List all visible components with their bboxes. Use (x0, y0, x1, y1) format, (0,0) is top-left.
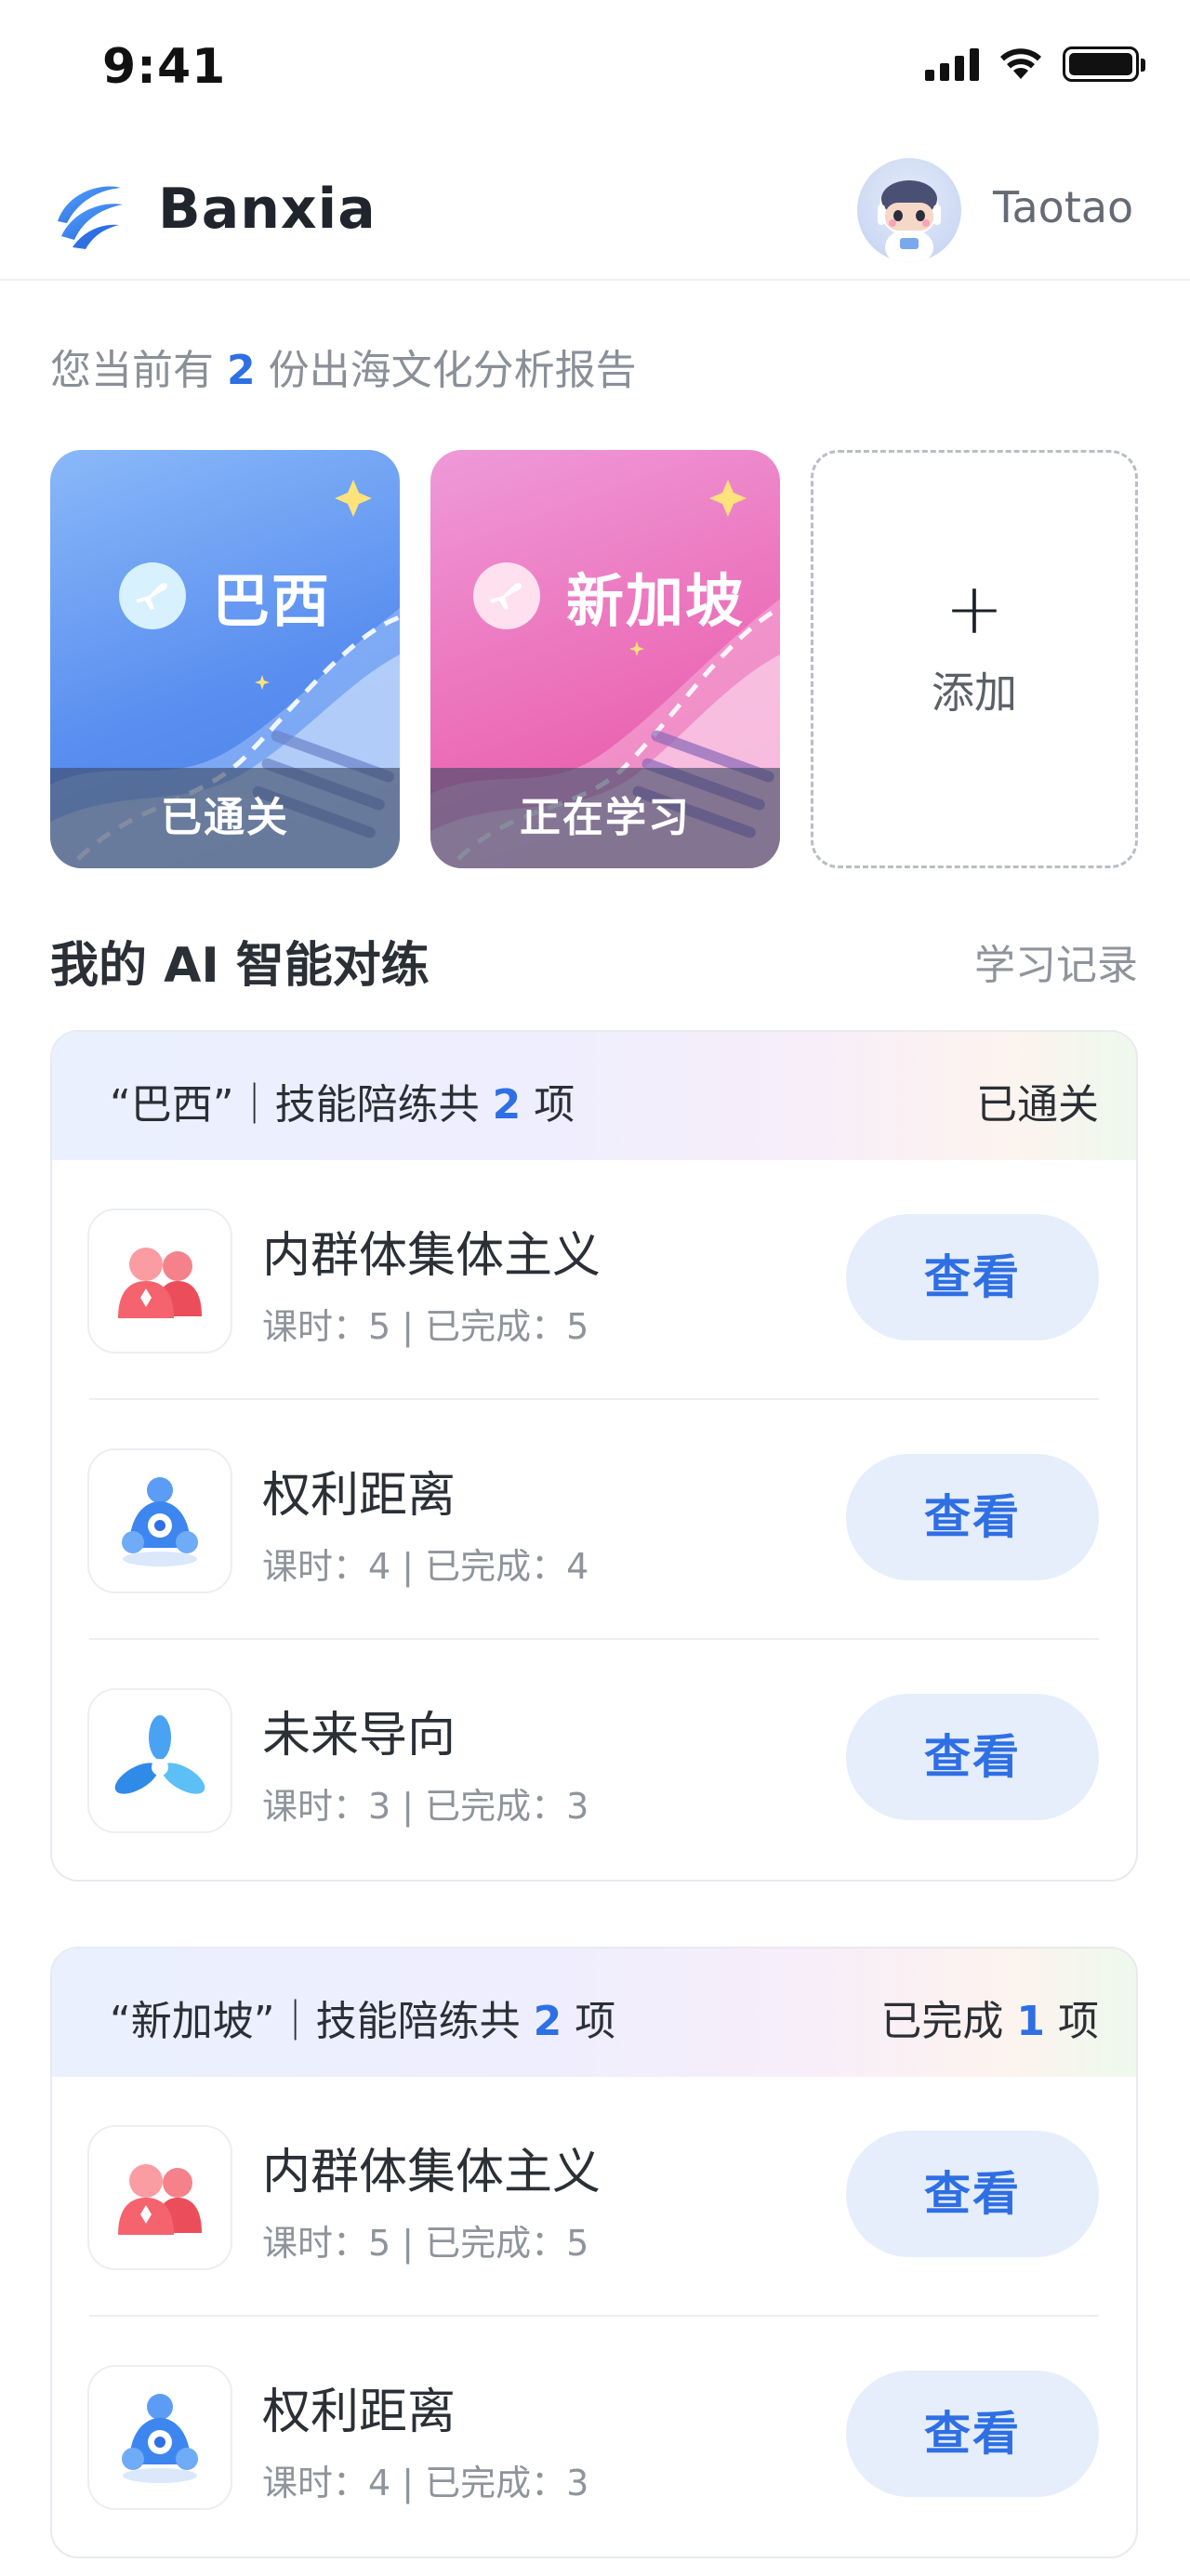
card-country-name: 巴西 (212, 567, 332, 635)
completed-count: 1 (1016, 1998, 1045, 2045)
card-title: 巴西 (119, 554, 331, 638)
country-card-singapore[interactable]: 新加坡 正在学习 (430, 450, 780, 868)
list-item: 内群体集体主义 课时：5 | 已完成：5 查看 (52, 1160, 1136, 1400)
group-summary: “巴西”｜技能陪练共 2 项 (110, 1081, 575, 1129)
skill-meta: 课时：4 | 已完成：4 (262, 1546, 589, 1587)
skill-name: 内群体集体主义 (262, 2145, 602, 2200)
status-time: 9:41 (102, 39, 227, 95)
username: Taotao (993, 182, 1134, 232)
learning-records-link[interactable]: 学习记录 (974, 931, 1138, 991)
skill-name: 权利距离 (262, 1468, 456, 1524)
cellular-signal-icon (925, 47, 979, 81)
card-status: 正在学习 (430, 768, 780, 868)
view-button[interactable]: 查看 (846, 1694, 1099, 1820)
power-distance-icon (87, 1448, 232, 1593)
banxia-logo-icon[interactable] (48, 175, 126, 253)
app-header: Banxia Taotao (0, 149, 1190, 281)
view-button[interactable]: 查看 (846, 1454, 1099, 1580)
people-group-icon (87, 1209, 232, 1354)
list-item: 权利距离 课时：4 | 已完成：3 查看 (52, 2317, 1136, 2556)
view-button[interactable]: 查看 (846, 1214, 1099, 1341)
robot-avatar-icon (878, 180, 941, 262)
skill-meta: 课时：3 | 已完成：3 (262, 1786, 589, 1827)
skill-name: 未来导向 (262, 1708, 456, 1764)
skill-group-singapore: “新加坡”｜技能陪练共 2 项 已完成 1 项 内群体集体主义 课时：5 | 已… (50, 1947, 1138, 2558)
list-item: 内群体集体主义 课时：5 | 已完成：5 查看 (52, 2077, 1136, 2317)
country-card-brazil[interactable]: 巴西 已通关 (50, 450, 400, 868)
card-country-name: 新加坡 (566, 567, 746, 635)
plus-icon: + (945, 567, 1004, 650)
group-header: “巴西”｜技能陪练共 2 项 已通关 (52, 1032, 1136, 1160)
wifi-icon (1000, 48, 1041, 79)
airplane-icon (473, 562, 540, 629)
list-item: 权利距离 课时：4 | 已完成：4 查看 (52, 1400, 1136, 1640)
view-button[interactable]: 查看 (846, 2131, 1099, 2257)
skill-count: 2 (533, 1998, 562, 2045)
card-status: 已通关 (50, 768, 400, 868)
skill-name: 内群体集体主义 (262, 1228, 602, 1284)
add-label: 添加 (932, 667, 1017, 718)
airplane-icon (119, 562, 186, 629)
skill-group-brazil: “巴西”｜技能陪练共 2 项 已通关 内群体集体主义 课时：5 | 已完成：5 … (50, 1030, 1138, 1882)
group-status: 已通关 (976, 1081, 1099, 1129)
skill-meta: 课时：5 | 已完成：5 (262, 2223, 589, 2264)
card-title: 新加坡 (473, 554, 745, 638)
report-summary: 您当前有 2 份出海文化分析报告 (50, 347, 637, 394)
people-group-icon (87, 2125, 232, 2270)
report-count: 2 (227, 347, 256, 394)
status-bar: 9:41 (0, 0, 1190, 139)
skill-name: 权利距离 (262, 2384, 456, 2440)
battery-icon (1063, 46, 1145, 82)
group-status: 已完成 1 项 (880, 1998, 1099, 2045)
skill-meta: 课时：4 | 已完成：3 (262, 2463, 589, 2503)
avatar[interactable] (857, 158, 961, 262)
power-distance-icon (87, 2365, 232, 2510)
status-icons (925, 46, 1145, 82)
skill-meta: 课时：5 | 已完成：5 (262, 1306, 589, 1347)
add-country-button[interactable]: + 添加 (811, 450, 1138, 868)
future-orientation-icon (87, 1688, 232, 1833)
app-name: Banxia (158, 177, 377, 242)
view-button[interactable]: 查看 (846, 2371, 1099, 2497)
group-header: “新加坡”｜技能陪练共 2 项 已完成 1 项 (52, 1949, 1136, 2077)
list-item: 未来导向 课时：3 | 已完成：3 查看 (52, 1640, 1136, 1880)
group-summary: “新加坡”｜技能陪练共 2 项 (110, 1998, 616, 2045)
section-title: 我的 AI 智能对练 (50, 938, 430, 994)
skill-count: 2 (492, 1081, 522, 1129)
